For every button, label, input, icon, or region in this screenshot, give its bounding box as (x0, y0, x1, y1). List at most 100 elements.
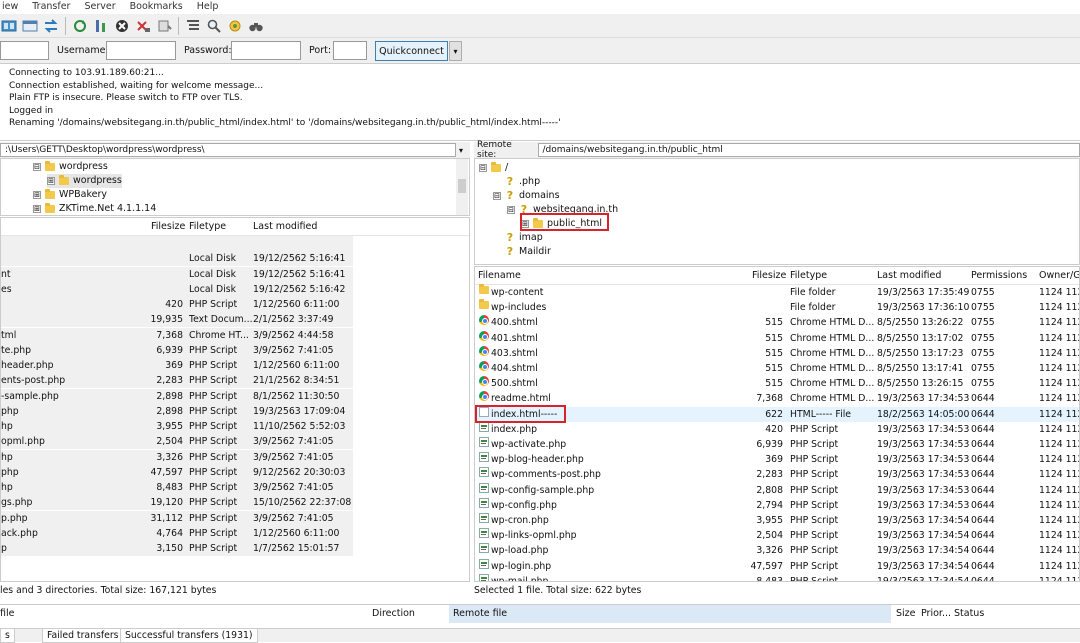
local-file-row[interactable]: te.php6,939PHP Script3/9/2562 7:41:05 (1, 343, 353, 358)
remote-file-row[interactable]: wp-config-sample.php2,808PHP Script19/3/… (475, 483, 1080, 498)
password-field[interactable] (231, 41, 301, 60)
tab-successful-transfers[interactable]: Successful transfers (1931) (120, 629, 258, 643)
local-file-row[interactable]: hp3,955PHP Script11/10/2562 5:52:03 (1, 419, 353, 434)
remote-tree-item[interactable]: ⊟/ (479, 161, 508, 175)
port-field[interactable] (333, 41, 367, 60)
expand-icon[interactable]: ⊟ (33, 163, 41, 171)
expand-icon[interactable]: ⊟ (507, 206, 515, 214)
col-filesize[interactable]: Filesize (752, 267, 786, 285)
expand-icon[interactable]: ⊟ (479, 164, 487, 172)
disconnect-icon[interactable] (134, 17, 152, 35)
col-direction[interactable]: Direction (372, 608, 415, 619)
local-file-row[interactable]: php47,597PHP Script9/12/2562 20:30:03 (1, 465, 353, 480)
local-tree-scrollbar[interactable] (456, 159, 468, 215)
remote-file-row[interactable]: wp-contentFile folder19/3/2563 17:35:490… (475, 285, 1080, 300)
remote-file-row[interactable]: wp-blog-header.php369PHP Script19/3/2563… (475, 452, 1080, 467)
local-file-row[interactable]: tml7,368Chrome HT...3/9/2562 4:44:58 (1, 328, 353, 343)
remote-file-row[interactable]: wp-login.php47,597PHP Script19/3/2563 17… (475, 559, 1080, 574)
remote-tree-item[interactable]: ?.php (493, 175, 540, 189)
col-last-modified[interactable]: Last modified (877, 267, 941, 285)
local-tree-item[interactable]: ⊟wordpress (33, 160, 108, 174)
refresh-icon[interactable] (71, 17, 89, 35)
local-file-row[interactable]: 420PHP Script1/12/2560 6:11:00 (1, 297, 353, 312)
expand-icon[interactable]: ⊟ (493, 192, 501, 200)
tab-queued[interactable]: s (0, 629, 15, 643)
local-file-row[interactable]: hp8,483PHP Script3/9/2562 7:41:05 (1, 480, 353, 495)
local-file-row[interactable]: php2,898PHP Script19/3/2563 17:09:04 (1, 404, 353, 419)
remote-file-row[interactable]: wp-links-opml.php2,504PHP Script19/3/256… (475, 528, 1080, 543)
col-local-file[interactable]: file (0, 608, 14, 619)
local-file-row[interactable]: header.php369PHP Script1/12/2560 6:11:00 (1, 358, 353, 373)
local-tree-item[interactable]: ⊞wordpress (47, 174, 122, 188)
expand-icon[interactable]: ⊞ (47, 177, 55, 185)
expand-icon[interactable]: ⊞ (33, 205, 41, 213)
col-owner[interactable]: Owner/Gr (1039, 267, 1080, 285)
menu-item[interactable]: Server (82, 0, 117, 14)
local-file-row[interactable]: hp3,326PHP Script3/9/2562 7:41:05 (1, 450, 353, 465)
col-size[interactable]: Size (896, 608, 916, 619)
remote-file-row[interactable]: 401.shtml515Chrome HTML D...8/5/2550 13:… (475, 331, 1080, 346)
local-file-row[interactable]: ack.php4,764PHP Script1/12/2560 6:11:00 (1, 526, 353, 541)
col-last-modified[interactable]: Last modified (253, 218, 317, 236)
quickconnect-dropdown-icon[interactable]: ▾ (449, 41, 462, 61)
host-field[interactable] (0, 41, 49, 60)
binoculars-icon[interactable] (247, 17, 265, 35)
local-file-row[interactable]: ntLocal Disk19/12/2562 5:16:41 (1, 267, 353, 282)
remote-file-row[interactable]: wp-includesFile folder19/3/2563 17:36:10… (475, 300, 1080, 315)
col-filetype[interactable]: Filetype (790, 267, 827, 285)
remote-file-row[interactable]: 400.shtml515Chrome HTML D...8/5/2550 13:… (475, 315, 1080, 330)
username-field[interactable] (106, 41, 176, 60)
site-manager-icon[interactable] (0, 17, 18, 35)
local-file-row[interactable]: p3,150PHP Script1/7/2562 15:01:57 (1, 541, 353, 556)
remote-tree-item[interactable]: ?Maildir (493, 245, 551, 259)
remote-file-row[interactable]: wp-mail.php8,483PHP Script19/3/2563 17:3… (475, 574, 1080, 582)
reconnect-icon[interactable] (155, 17, 173, 35)
layout-icon[interactable] (21, 17, 39, 35)
remote-tree-item[interactable]: ?imap (493, 231, 543, 245)
remote-tree-item[interactable]: ⊟?domains (493, 189, 560, 203)
col-filename[interactable]: Filename (478, 267, 521, 285)
local-file-row[interactable]: gs.php19,120PHP Script15/10/2562 22:37:0… (1, 495, 353, 510)
menu-item[interactable]: iew (0, 0, 20, 14)
remote-file-row[interactable]: 404.shtml515Chrome HTML D...8/5/2550 13:… (475, 361, 1080, 376)
remote-file-row[interactable]: index.php420PHP Script19/3/2563 17:34:53… (475, 422, 1080, 437)
remote-file-row[interactable]: wp-activate.php6,939PHP Script19/3/2563 … (475, 437, 1080, 452)
local-tree-item[interactable]: ⊞ZKTime.Net 4.1.1.14 (33, 202, 156, 216)
compare-icon[interactable] (226, 17, 244, 35)
remote-path-field[interactable]: /domains/websitegang.in.th/public_html (538, 143, 1080, 157)
remote-file-row[interactable]: 403.shtml515Chrome HTML D...8/5/2550 13:… (475, 346, 1080, 361)
col-filetype[interactable]: Filetype (189, 218, 226, 236)
filter-icon[interactable] (92, 17, 110, 35)
col-priority[interactable]: Prior... (921, 608, 951, 619)
expand-icon[interactable]: ⊞ (33, 191, 41, 199)
local-file-row[interactable] (1, 236, 353, 251)
col-status[interactable]: Status (954, 608, 984, 619)
transfer-icon[interactable] (42, 17, 60, 35)
tab-failed-transfers[interactable]: Failed transfers (42, 629, 124, 643)
local-file-row[interactable]: Local Disk19/12/2562 5:16:41 (1, 251, 353, 266)
remote-file-row[interactable]: wp-load.php3,326PHP Script19/3/2563 17:3… (475, 543, 1080, 558)
remote-file-row[interactable]: wp-config.php2,794PHP Script19/3/2563 17… (475, 498, 1080, 513)
col-permissions[interactable]: Permissions (971, 267, 1027, 285)
local-file-row[interactable]: -sample.php2,898PHP Script8/1/2562 11:30… (1, 389, 353, 404)
local-tree-item[interactable]: ⊞WPBakery (33, 188, 107, 202)
local-file-row[interactable]: p.php31,112PHP Script3/9/2562 7:41:05 (1, 511, 353, 526)
chevron-down-icon[interactable]: ▾ (459, 146, 463, 155)
menu-item[interactable]: Transfer (30, 0, 72, 14)
local-file-row[interactable]: ents-post.php2,283PHP Script21/1/2562 8:… (1, 373, 353, 388)
remote-file-row[interactable]: 500.shtml515Chrome HTML D...8/5/2550 13:… (475, 376, 1080, 391)
dir-listing-icon[interactable] (184, 17, 202, 35)
menu-item[interactable]: Help (195, 0, 221, 14)
quickconnect-button[interactable]: Quickconnect (375, 41, 448, 61)
search-icon[interactable] (205, 17, 223, 35)
menu-item[interactable]: Bookmarks (128, 0, 185, 14)
local-file-row[interactable]: esLocal Disk19/12/2562 5:16:42 (1, 282, 353, 297)
remote-file-row[interactable]: wp-comments-post.php2,283PHP Script19/3/… (475, 467, 1080, 482)
col-filesize[interactable]: Filesize (151, 218, 185, 236)
col-remote-file[interactable]: Remote file (449, 605, 891, 623)
local-file-row[interactable]: opml.php2,504PHP Script3/9/2562 7:41:05 (1, 434, 353, 449)
local-file-row[interactable]: 19,935Text Docum...2/1/2562 3:37:49 (1, 312, 353, 327)
cancel-icon[interactable] (113, 17, 131, 35)
local-path-field[interactable]: :\Users\GETT\Desktop\wordpress\wordpress… (0, 143, 456, 157)
remote-file-row[interactable]: wp-cron.php3,955PHP Script19/3/2563 17:3… (475, 513, 1080, 528)
